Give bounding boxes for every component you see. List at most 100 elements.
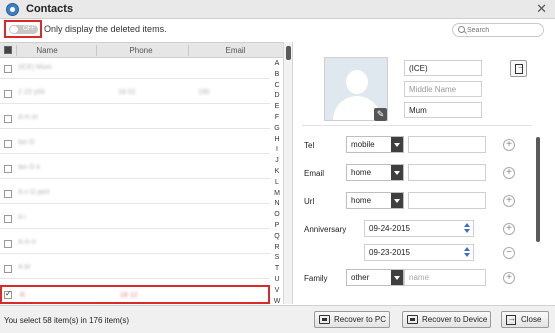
tel-type-value: mobile: [351, 140, 375, 149]
contact-name: lan G: [18, 139, 35, 146]
detail-scrollbar[interactable]: [536, 137, 540, 242]
add-tel-icon[interactable]: +: [503, 139, 515, 151]
contact-detail-panel: ✎ (ICE) Middle Name Mum Tel mobile + Ema…: [294, 42, 555, 304]
alpha-index-letter[interactable]: H: [271, 135, 283, 146]
alpha-index-letter[interactable]: E: [271, 102, 283, 113]
edit-pencil-icon[interactable]: ✎: [374, 108, 387, 121]
alpha-index-letter[interactable]: M: [271, 189, 283, 200]
alpha-index-letter[interactable]: O: [271, 210, 283, 221]
window-title: Contacts: [26, 3, 74, 15]
toggle-knob: [10, 26, 18, 33]
email-input[interactable]: [408, 164, 486, 181]
anniversary-date-input-2[interactable]: 09-23-2015: [364, 244, 474, 261]
column-header-phone[interactable]: Phone: [96, 46, 186, 55]
contact-row[interactable]: A M: [0, 259, 270, 279]
alpha-index-letter[interactable]: R: [271, 243, 283, 254]
url-label: Url: [304, 197, 315, 206]
row-checkbox[interactable]: [4, 190, 12, 198]
prefix-field[interactable]: (ICE): [404, 60, 482, 76]
last-name-field[interactable]: Mum: [404, 102, 482, 118]
alpha-index-letter[interactable]: V: [271, 286, 283, 297]
add-date-icon[interactable]: +: [503, 223, 515, 235]
alpha-index-letter[interactable]: J: [271, 156, 283, 167]
column-header-email[interactable]: Email: [188, 46, 283, 55]
alpha-index-letter[interactable]: P: [271, 221, 283, 232]
remove-date-icon[interactable]: −: [503, 247, 515, 259]
alpha-index-letter[interactable]: B: [271, 70, 283, 81]
contact-row[interactable]: A n G pert: [0, 184, 270, 204]
date-spinner-icon[interactable]: [464, 247, 470, 258]
family-type-select[interactable]: other: [346, 269, 404, 286]
tel-label: Tel: [304, 141, 315, 150]
column-header-name[interactable]: Name: [16, 46, 78, 55]
contact-row[interactable]: 2 23 y00 18 02 180: [0, 84, 270, 104]
alpha-index-letter[interactable]: T: [271, 264, 283, 275]
row-checkbox[interactable]: [4, 265, 12, 273]
contact-row[interactable]: A i: [0, 209, 270, 229]
contact-name: A i: [18, 214, 26, 221]
anniversary-date-input[interactable]: 09-24-2015: [364, 220, 474, 237]
row-checkbox-checked[interactable]: [4, 289, 12, 299]
alpha-index-letter[interactable]: L: [271, 178, 283, 189]
toolbar: OFF Only display the deleted items.: [0, 19, 555, 41]
contact-name: lan G k: [18, 164, 41, 171]
contact-row[interactable]: A m er: [0, 109, 270, 129]
contact-row[interactable]: A m h: [0, 234, 270, 254]
list-scrollbar[interactable]: [283, 42, 293, 304]
alpha-index-letter[interactable]: K: [271, 167, 283, 178]
exit-icon: [506, 314, 516, 325]
tel-input[interactable]: [408, 136, 486, 153]
url-type-select[interactable]: home: [346, 192, 404, 209]
email-label: Email: [304, 169, 325, 178]
contact-row-selected[interactable]: R 18 12: [0, 285, 270, 304]
row-checkbox[interactable]: [4, 240, 12, 248]
date-spinner-icon[interactable]: [464, 223, 470, 234]
family-name-input[interactable]: name: [404, 269, 486, 286]
contact-name: A M: [18, 264, 31, 271]
anniversary-label: Anniversary: [304, 225, 347, 234]
export-icon[interactable]: [510, 60, 527, 77]
alpha-index-letter[interactable]: I: [271, 145, 283, 156]
add-email-icon[interactable]: +: [503, 167, 515, 179]
email-type-select[interactable]: home: [346, 164, 404, 181]
alpha-index-letter[interactable]: C: [271, 81, 283, 92]
alpha-index-letter[interactable]: Q: [271, 232, 283, 243]
recover-to-device-button[interactable]: Recover to Device: [402, 311, 491, 328]
contact-row[interactable]: lan G k: [0, 159, 270, 179]
computer-icon: [319, 315, 330, 324]
alpha-index-letter[interactable]: A: [271, 59, 283, 70]
close-icon[interactable]: ✕: [536, 1, 547, 17]
footer: You select 58 item(s) in 176 item(s) Rec…: [0, 305, 555, 333]
detail-divider: [302, 125, 532, 126]
add-url-icon[interactable]: +: [503, 195, 515, 207]
alpha-index-letter[interactable]: G: [271, 124, 283, 135]
middle-name-field[interactable]: Middle Name: [404, 81, 482, 97]
alpha-index-letter[interactable]: S: [271, 253, 283, 264]
contact-row[interactable]: (ICE) Mum: [0, 59, 270, 79]
alpha-index-letter[interactable]: U: [271, 275, 283, 286]
row-checkbox[interactable]: [4, 65, 12, 73]
select-all-checkbox[interactable]: [4, 46, 12, 54]
contact-row[interactable]: lan G: [0, 134, 270, 154]
recover-to-pc-label: Recover to PC: [334, 315, 387, 324]
row-checkbox[interactable]: [4, 115, 12, 123]
alpha-index-letter[interactable]: N: [271, 199, 283, 210]
search-box[interactable]: [452, 23, 544, 37]
alpha-index-letter[interactable]: F: [271, 113, 283, 124]
add-family-icon[interactable]: +: [503, 272, 515, 284]
contact-email: 180: [198, 89, 210, 96]
url-input[interactable]: [408, 192, 486, 209]
row-checkbox[interactable]: [4, 140, 12, 148]
close-button[interactable]: Close: [501, 311, 549, 328]
search-input[interactable]: [467, 25, 541, 35]
row-checkbox[interactable]: [4, 215, 12, 223]
row-checkbox[interactable]: [4, 165, 12, 173]
alpha-index-letter[interactable]: D: [271, 91, 283, 102]
tel-type-select[interactable]: mobile: [346, 136, 404, 153]
alphabet-index: ABCDEFGHIJKLMNOPQRSTUVWXYZ: [271, 59, 283, 333]
contact-name: R: [20, 292, 26, 299]
scrollbar-thumb[interactable]: [286, 46, 291, 60]
recover-to-pc-button[interactable]: Recover to PC: [314, 311, 390, 328]
row-checkbox[interactable]: [4, 90, 12, 98]
deleted-filter-toggle[interactable]: OFF: [9, 25, 38, 34]
